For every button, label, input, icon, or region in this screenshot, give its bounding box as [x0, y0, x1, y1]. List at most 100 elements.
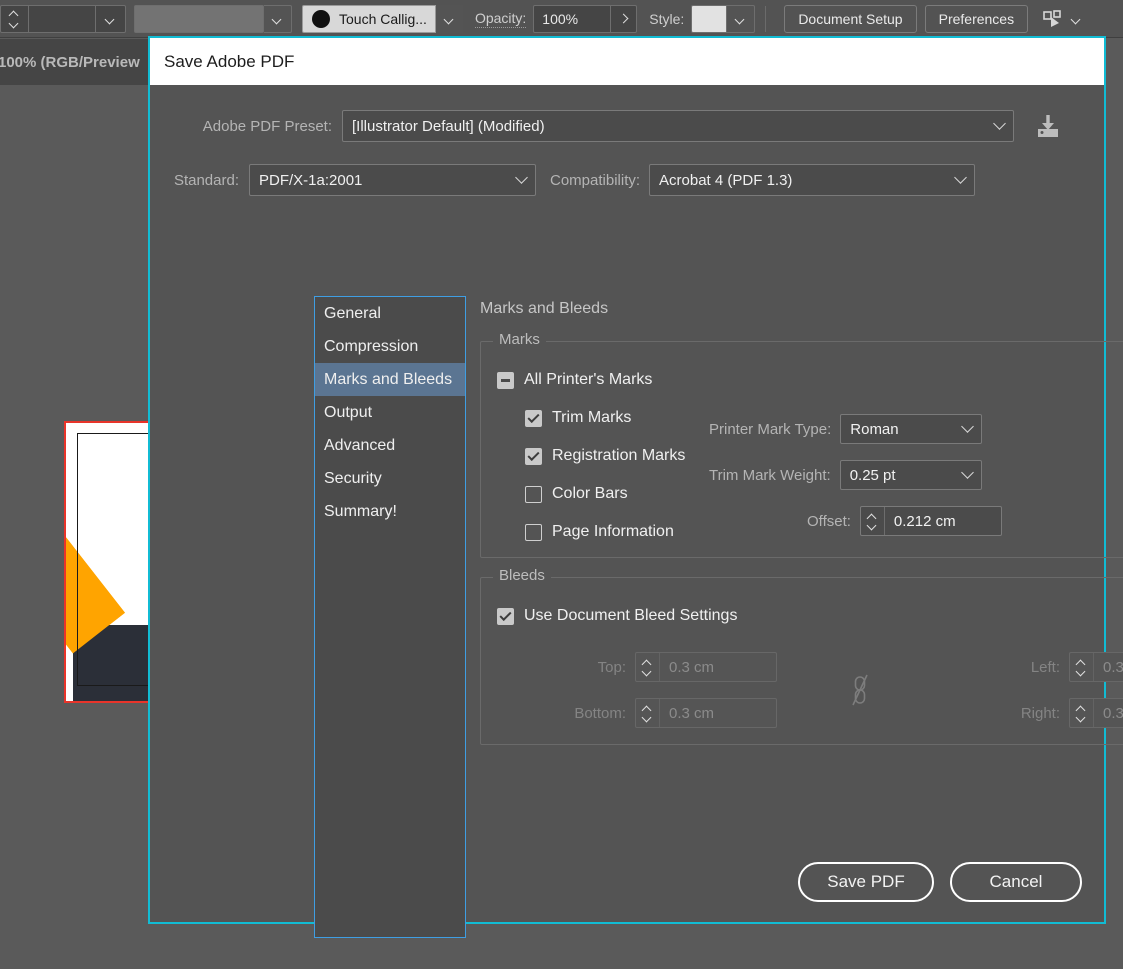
trim-mark-weight-select[interactable]: 0.25 pt	[839, 460, 982, 490]
dialog-footer: Save PDF Cancel	[150, 862, 1104, 902]
stroke-weight-dropdown[interactable]	[95, 5, 125, 32]
preferences-button[interactable]: Preferences	[924, 4, 1029, 33]
check-icon	[499, 608, 512, 621]
printer-mark-type-select[interactable]: Roman	[840, 414, 983, 444]
opacity-label: Opacity:	[474, 9, 527, 28]
bleed-right-stepper[interactable]: 0.3 cm	[1069, 698, 1123, 728]
checkbox-unchecked-icon	[525, 523, 542, 541]
bleed-top-stepper[interactable]: 0.3 cm	[635, 652, 777, 682]
chevron-down-icon	[1077, 714, 1086, 719]
chevron-down-icon	[961, 419, 975, 433]
bleed-top-value[interactable]: 0.3 cm	[660, 653, 714, 681]
dialog-body: Adobe PDF Preset: [Illustrator Default] …	[150, 85, 1123, 938]
style-label: Style:	[649, 10, 685, 27]
compatibility-value: Acrobat 4 (PDF 1.3)	[659, 171, 793, 189]
cancel-button[interactable]: Cancel	[950, 862, 1082, 902]
preset-row: Adobe PDF Preset: [Illustrator Default] …	[150, 110, 1104, 142]
opacity-input[interactable]: 100%	[533, 4, 612, 33]
sidebar-item-label: Output	[324, 403, 373, 421]
bleed-left-label: Left:	[1030, 658, 1060, 676]
standard-compatibility-row: Standard: PDF/X-1a:2001 Compatibility: A…	[150, 164, 1104, 196]
save-preset-icon[interactable]	[1032, 110, 1064, 142]
stroke-weight-stepper[interactable]	[0, 4, 126, 33]
preset-label: Adobe PDF Preset:	[202, 117, 332, 135]
bleed-left-value[interactable]: 0.3 cm	[1094, 653, 1123, 681]
chevron-up-icon	[1077, 661, 1086, 666]
stroke-weight-value[interactable]	[29, 5, 95, 32]
sidebar-item-security[interactable]: Security	[315, 462, 465, 495]
chevron-down-icon	[643, 714, 652, 719]
save-pdf-button[interactable]: Save PDF	[798, 862, 934, 902]
bleed-bottom-value[interactable]: 0.3 cm	[660, 699, 714, 727]
page-information-label: Page Information	[552, 523, 674, 540]
opacity-options-button[interactable]	[611, 4, 638, 33]
all-printers-marks-checkbox[interactable]: All Printer's Marks	[497, 371, 652, 389]
offset-value[interactable]: 0.212 cm	[885, 507, 956, 535]
checkbox-checked-icon	[525, 409, 542, 427]
sidebar-item-label: Security	[324, 469, 382, 487]
bleed-bottom-row: Bottom: 0.3 cm	[521, 698, 777, 728]
bleed-right-value[interactable]: 0.3 cm	[1094, 699, 1123, 727]
checkbox-mixed-icon	[497, 371, 514, 389]
page-information-checkbox[interactable]: Page Information	[525, 523, 674, 541]
chevron-down-icon	[515, 170, 528, 184]
bleed-left-stepper[interactable]: 0.3 cm	[1069, 652, 1123, 682]
checkbox-unchecked-icon	[525, 485, 542, 503]
color-bars-checkbox[interactable]: Color Bars	[525, 485, 628, 503]
stroke-profile-dropdown[interactable]	[264, 4, 292, 33]
sidebar-item-general[interactable]: General	[315, 297, 465, 330]
stepper-arrows[interactable]	[1, 5, 29, 32]
use-document-bleed-label: Use Document Bleed Settings	[524, 607, 738, 624]
standard-select[interactable]: PDF/X-1a:2001	[249, 164, 536, 196]
sidebar-item-marks-and-bleeds[interactable]: Marks and Bleeds	[315, 363, 465, 396]
artwork-preview	[64, 421, 227, 703]
sidebar-item-label: General	[324, 304, 381, 322]
brush-definition-combo[interactable]: Touch Callig...	[302, 4, 463, 33]
save-preset-glyph	[1038, 115, 1058, 137]
stepper-arrows[interactable]	[861, 507, 885, 535]
bleed-bottom-stepper[interactable]: 0.3 cm	[635, 698, 777, 728]
trim-marks-checkbox[interactable]: Trim Marks	[525, 409, 631, 427]
dialog-sidebar[interactable]: General Compression Marks and Bleeds Out…	[314, 296, 466, 938]
use-document-bleed-checkbox[interactable]: Use Document Bleed Settings	[497, 607, 737, 625]
broken-link-icon[interactable]	[849, 673, 871, 707]
chevron-up-icon	[1077, 707, 1086, 712]
check-icon	[527, 410, 540, 423]
bleed-top-label: Top:	[597, 658, 626, 676]
dialog-title: Save Adobe PDF	[164, 51, 295, 71]
panel-title: Marks and Bleeds	[480, 300, 609, 317]
registration-marks-label: Registration Marks	[552, 447, 686, 464]
compatibility-label: Compatibility:	[550, 171, 641, 189]
chevron-down-icon[interactable]	[1072, 16, 1081, 21]
sidebar-item-output[interactable]: Output	[315, 396, 465, 429]
sidebar-item-label: Advanced	[324, 436, 396, 454]
graphic-style-swatch[interactable]	[691, 4, 728, 33]
application-toolbar: Touch Callig... Opacity: 100% Style: Doc…	[0, 0, 1123, 38]
preset-value: [Illustrator Default] (Modified)	[352, 117, 545, 135]
bleeds-group: Bleeds Use Document Bleed Settings Top: …	[480, 567, 1123, 745]
registration-marks-checkbox[interactable]: Registration Marks	[525, 447, 685, 465]
preset-select[interactable]: [Illustrator Default] (Modified)	[342, 110, 1014, 142]
stroke-profile-field[interactable]	[134, 4, 264, 33]
offset-stepper[interactable]: 0.212 cm	[859, 506, 1002, 536]
stepper-arrows[interactable]	[636, 653, 660, 681]
printer-mark-type-row: Printer Mark Type: Roman	[709, 414, 983, 444]
sidebar-item-summary[interactable]: Summary!	[315, 495, 465, 528]
compatibility-select[interactable]: Acrobat 4 (PDF 1.3)	[649, 164, 976, 196]
brush-dropdown[interactable]	[434, 4, 463, 33]
screen: Touch Callig... Opacity: 100% Style: Doc…	[0, 0, 1123, 969]
graphic-style-dropdown[interactable]	[727, 4, 756, 33]
align-tools-group[interactable]	[1042, 9, 1081, 29]
document-tab[interactable]: 100% (RGB/Preview	[0, 39, 150, 85]
stepper-arrows[interactable]	[1070, 653, 1094, 681]
sidebar-item-advanced[interactable]: Advanced	[315, 429, 465, 462]
bleed-right-row: Right: 0.3 cm	[951, 698, 1123, 728]
stepper-arrows[interactable]	[1070, 699, 1094, 727]
chevron-down-icon	[106, 16, 115, 21]
chevron-right-icon	[618, 13, 629, 24]
document-setup-button[interactable]: Document Setup	[784, 4, 917, 33]
sidebar-item-compression[interactable]: Compression	[315, 330, 465, 363]
standard-value: PDF/X-1a:2001	[259, 171, 363, 189]
stepper-arrows[interactable]	[636, 699, 660, 727]
document-tab-label: 100% (RGB/Preview	[0, 53, 140, 71]
